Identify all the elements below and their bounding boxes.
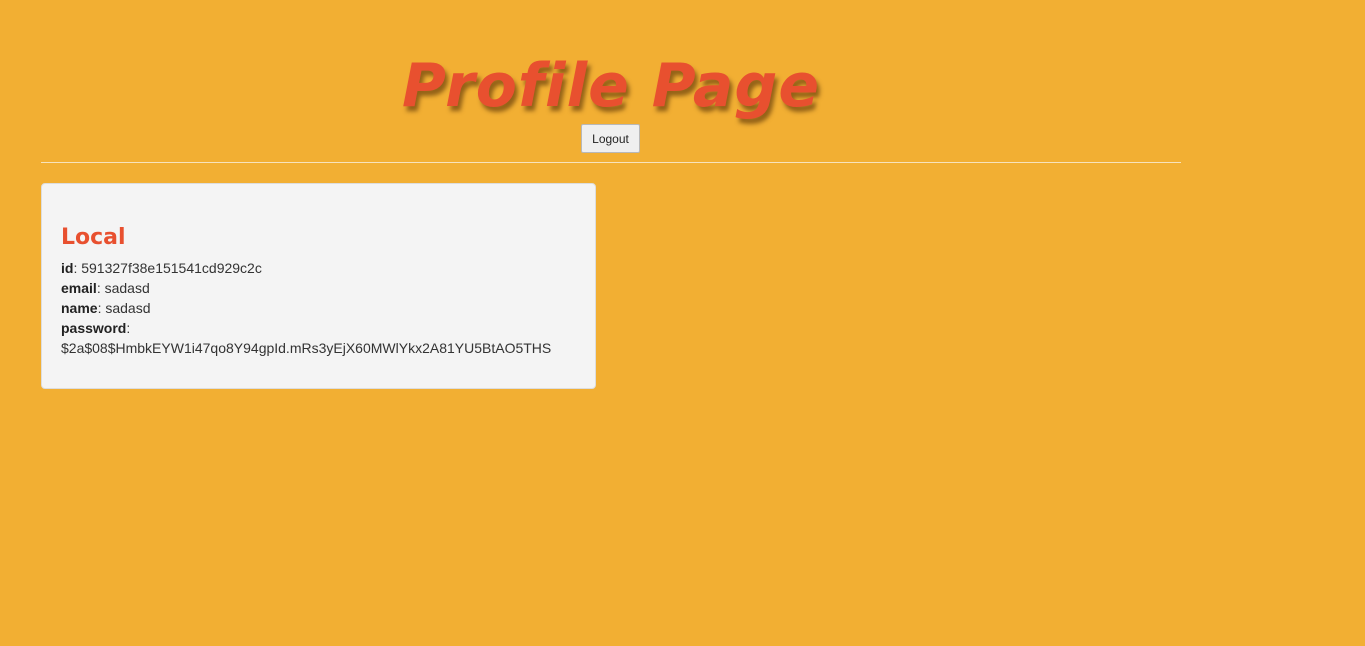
id-label: id xyxy=(61,260,74,276)
local-account-card: Local id: 591327f38e151541cd929c2c email… xyxy=(41,183,596,389)
name-field: name: sadasd xyxy=(61,300,151,316)
id-field: id: 591327f38e151541cd929c2c xyxy=(61,260,262,276)
name-value: sadasd xyxy=(105,300,151,316)
email-value: sadasd xyxy=(104,280,150,296)
password-value: $2a$08$HmbkEYW1i47qo8Y94gpId.mRs3yEjX60M… xyxy=(61,340,552,356)
id-value: 591327f38e151541cd929c2c xyxy=(81,260,262,276)
password-label: password xyxy=(61,320,127,336)
page-header: Profile Page Logout xyxy=(41,0,1181,163)
logout-button[interactable]: Logout xyxy=(581,124,640,153)
name-label: name xyxy=(61,300,98,316)
email-field: email: sadasd xyxy=(61,280,150,296)
page-title: Profile Page xyxy=(401,51,821,121)
email-label: email xyxy=(61,280,97,296)
card-title: Local xyxy=(61,225,126,250)
password-field: password: $2a$08$HmbkEYW1i47qo8Y94gpId.m… xyxy=(61,318,576,358)
